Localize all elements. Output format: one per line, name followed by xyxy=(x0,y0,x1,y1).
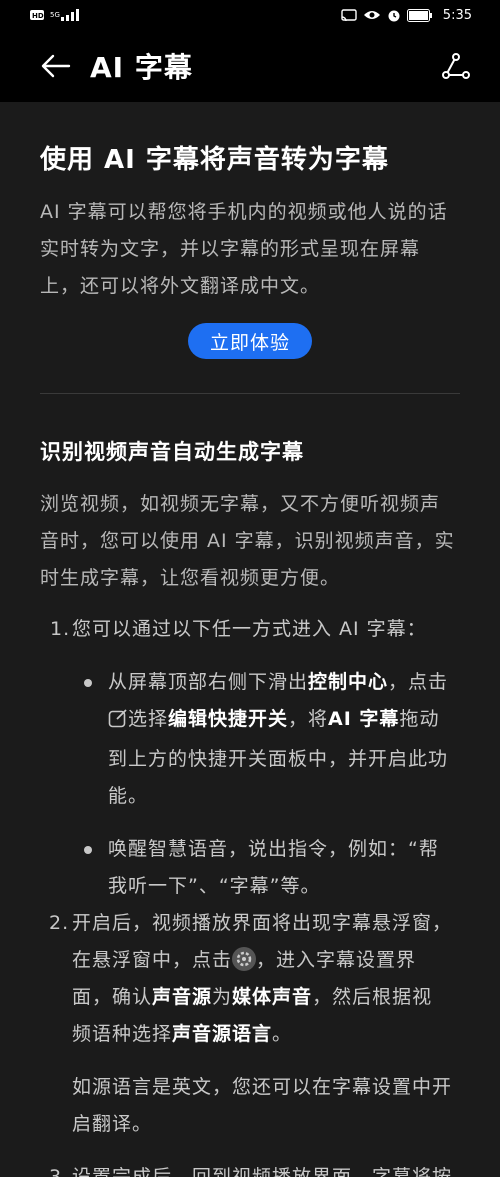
step-number: 3. xyxy=(49,1166,70,1177)
section-title: 识别视频声音自动生成字幕 xyxy=(40,440,304,464)
cast-icon xyxy=(341,8,357,22)
share-icon xyxy=(442,53,470,79)
hero-line: 实时转为文字，并以字幕的形式呈现在屏幕 xyxy=(40,238,421,260)
step-text: 您可以通过以下任一方式进入 AI 字幕： xyxy=(72,618,427,640)
clock: 5:35 xyxy=(442,7,472,23)
text: ，然后根据视 xyxy=(312,986,433,1008)
edit-icon xyxy=(108,704,128,741)
signal-icon: 5G xyxy=(50,9,79,21)
section-paragraph: 浏览视频，如视频无字幕，又不方便听视频声 音时，您可以使用 AI 字幕，识别视频… xyxy=(40,486,460,597)
text: 选择 xyxy=(128,708,169,730)
hero-description: AI 字幕可以帮您将手机内的视频或他人说的话 实时转为文字，并以字幕的形式呈现在… xyxy=(40,194,460,305)
step-3: 3. 设置完成后，回到视频播放界面，字幕将按 xyxy=(40,1159,460,1177)
bullet-dot xyxy=(82,664,108,815)
try-now-button[interactable]: 立即体验 xyxy=(188,323,312,359)
hd-icon: HD xyxy=(30,9,44,21)
hero-line: AI 字幕可以帮您将手机内的视频或他人说的话 xyxy=(40,201,448,223)
control-center-label: 控制中心 xyxy=(308,671,389,693)
text: ，点击 xyxy=(388,671,449,693)
text: 唤醒智慧语音，说出指令，例如：“帮 xyxy=(108,838,439,860)
bullet-voice-assistant: 唤醒智慧语音，说出指令，例如：“帮 我听一下”、“字幕”等。 xyxy=(82,831,460,905)
article: 使用 AI 字幕将声音转为字幕 AI 字幕可以帮您将手机内的视频或他人说的话 实… xyxy=(0,142,500,1177)
text: 如源语言是英文，您还可以在字幕设置中开 xyxy=(72,1076,453,1098)
text: 面，确认 xyxy=(72,986,153,1008)
share-button[interactable] xyxy=(438,48,474,84)
battery-icon xyxy=(406,8,433,22)
status-bar: HD 5G 5:35 xyxy=(0,0,500,30)
back-button[interactable] xyxy=(38,48,74,84)
paragraph-line: 浏览视频，如视频无字幕，又不方便听视频声 xyxy=(40,493,441,515)
arrow-left-icon xyxy=(41,54,71,78)
step-note: 如源语言是英文，您还可以在字幕设置中开 启翻译。 xyxy=(72,1069,452,1143)
alarm-icon xyxy=(387,8,401,22)
step-text: 设置完成后，回到视频播放界面，字幕将按 xyxy=(72,1166,453,1177)
text: 。 xyxy=(272,1023,293,1045)
paragraph-line: 音时，您可以使用 AI 字幕，识别视频声音，实 xyxy=(40,530,455,552)
media-sound-label: 媒体声音 xyxy=(232,986,313,1008)
app-bar: AI 字幕 xyxy=(0,30,500,102)
bullet-control-center: 从屏幕顶部右侧下滑出控制中心，点击 选择编辑快捷开关，将AI 字幕拖动 到上方的… xyxy=(82,664,460,815)
step-number: 2. xyxy=(49,912,70,934)
text: 到上方的快捷开关面板中，并开启此功 xyxy=(108,748,449,770)
text: 我听一下”、“字幕”等。 xyxy=(108,875,321,897)
edit-shortcuts-label: 编辑快捷开关 xyxy=(168,708,289,730)
hero-title: 使用 AI 字幕将声音转为字幕 xyxy=(40,145,389,175)
hero-line: 上，还可以将外文翻译成中文。 xyxy=(40,275,321,297)
text: 开启后，视频播放界面将出现字幕悬浮窗， xyxy=(72,912,453,934)
settings-gear-icon xyxy=(232,947,257,971)
sound-source-label: 声音源 xyxy=(152,986,213,1008)
paragraph-line: 时生成字幕，让您看视频更方便。 xyxy=(40,567,341,589)
ai-subtitle-label: AI 字幕 xyxy=(328,708,400,730)
text: 从屏幕顶部右侧下滑出 xyxy=(108,671,309,693)
text: 能。 xyxy=(108,785,149,807)
step-2: 2. 开启后，视频播放界面将出现字幕悬浮窗， 在悬浮窗中，点击 ，进入字幕设置界 … xyxy=(40,905,460,1143)
bullet-dot xyxy=(82,831,108,905)
network-type: 5G xyxy=(50,11,60,19)
text: 拖动 xyxy=(399,708,440,730)
text: ，进入字幕设置界 xyxy=(256,949,417,971)
text: 在悬浮窗中，点击 xyxy=(72,949,233,971)
text: 频语种选择 xyxy=(72,1023,173,1045)
step-1: 1. 您可以通过以下任一方式进入 AI 字幕： xyxy=(40,611,460,648)
divider xyxy=(40,393,460,394)
svg-text:HD: HD xyxy=(32,12,44,20)
page-title: AI 字幕 xyxy=(90,51,193,84)
text: 启翻译。 xyxy=(72,1113,153,1135)
eye-icon xyxy=(363,9,381,21)
source-language-label: 声音源语言 xyxy=(172,1023,273,1045)
text: 为 xyxy=(212,986,233,1008)
text: ，将 xyxy=(288,708,329,730)
step-number: 1. xyxy=(50,618,71,640)
